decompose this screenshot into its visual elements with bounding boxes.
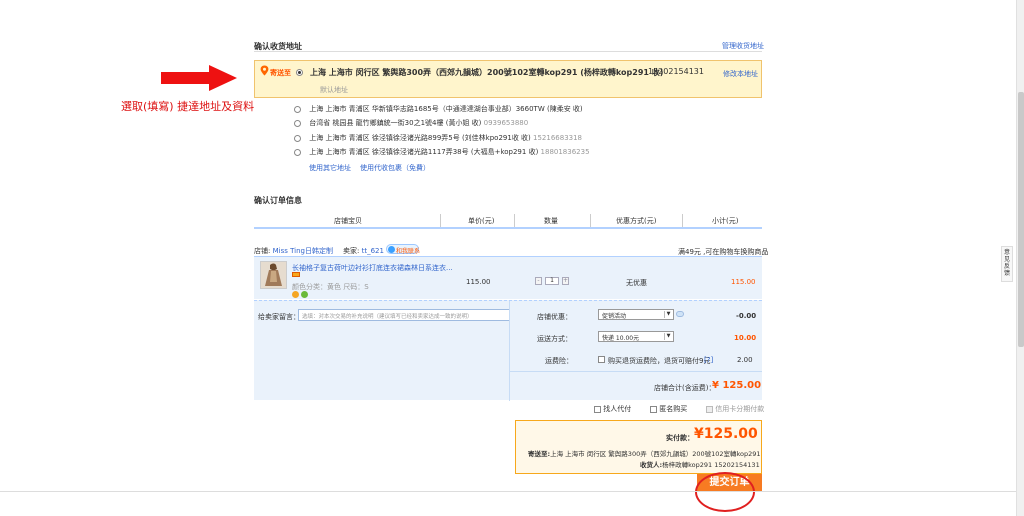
service-icon (301, 291, 308, 298)
scrollbar-track[interactable] (1016, 0, 1024, 516)
address-radio[interactable] (294, 134, 301, 142)
col-header-subtotal: 小计(元) (712, 217, 739, 225)
product-thumbnail[interactable] (260, 261, 287, 289)
selected-address-phone: 15202154131 (648, 67, 704, 76)
address-radio[interactable] (294, 148, 301, 156)
divider (254, 51, 762, 52)
use-other-address-link[interactable]: 使用其它地址 (309, 163, 351, 173)
anonymous-option[interactable]: 匿名购买 (650, 404, 687, 414)
address-radio[interactable] (294, 119, 301, 127)
address-option[interactable]: 上海 上海市 青浦区 徐泾镇徐泾诸光路899弄5号 (刘佳林kpo291收 收)… (294, 133, 582, 144)
divider (509, 371, 762, 372)
store-discount-label: 店铺优惠： (537, 313, 572, 321)
divider (440, 214, 441, 227)
insurance-label: 运费险： (545, 357, 573, 365)
order-summary-box: 实付款： ¥125.00 寄送至:上海 上海市 闵行区 繁舆路300弄（西郊九韻… (515, 420, 762, 474)
order-options-panel: 给卖家留言： 选填：对本次交易的补充说明（建议填写已经和卖家达成一致的说明） 店… (254, 300, 762, 401)
service-icon (292, 291, 299, 298)
summary-ship-to: 寄送至:上海 上海市 闵行区 繁舆路300弄（西郊九韻城）200號102室轉ko… (528, 450, 761, 458)
address-option[interactable]: 上海 上海市 青浦区 华新镇华志路1685号（中通達達湖台事业部）3660TW … (294, 104, 583, 115)
shipping-select[interactable]: 快递 10.00元 ▼ (598, 331, 674, 342)
store-discount-select[interactable]: 促销活动 ▼ (598, 309, 674, 320)
use-pickup-link[interactable]: 使用代收包裹（免費） (360, 163, 430, 173)
col-header-price: 单价(元) (468, 217, 495, 225)
store-total-value: ¥ 125.00 (712, 380, 762, 391)
selected-address-text: 上海 上海市 闵行区 繁舆路300弄（西郊九韻城）200號102室轉kop291… (310, 68, 664, 77)
seller-name-link[interactable]: tt_621 (362, 247, 384, 255)
insurance-help-link[interactable]: [?] (704, 356, 713, 364)
order-table-header: 店铺宝贝 单价(元) 数量 优惠方式(元) 小计(元) (254, 212, 762, 229)
divider (0, 491, 1016, 492)
annotation-text: 選取(填寫) 捷達地址及資料 (121, 100, 255, 113)
col-header-item: 店铺宝贝 (334, 217, 362, 225)
feedback-tab[interactable]: 意见反馈 (1001, 246, 1013, 282)
insurance-checkbox[interactable] (598, 356, 605, 363)
quantity-input[interactable]: 1 (545, 277, 559, 285)
divider (590, 214, 591, 227)
agent-pay-checkbox[interactable] (594, 405, 601, 413)
chat-icon (388, 246, 395, 253)
address-option[interactable]: 台湾省 桃园县 龍竹鄉鎮統一街30之1號4樓 (黃小姐 收) 093965388… (294, 118, 528, 129)
decrease-quantity-button[interactable]: - (535, 277, 542, 285)
order-section-title: 确认订单信息 (254, 196, 302, 205)
product-title-link[interactable]: 长袖格子复古荷叶边衬衫打底连衣裙森林日系连衣... (292, 263, 453, 273)
pay-total: ¥125.00 (694, 426, 758, 442)
insurance-text: 购买退货运费险，退货可赔付9元 (608, 357, 711, 365)
address-option[interactable]: 上海 上海市 青浦区 徐泾镇徐泾诸光路1117弄38号 (大福島+kop291 … (294, 147, 590, 158)
selected-address-box[interactable]: 寄送至 上海 上海市 闵行区 繁舆路300弄（西郊九韻城）200號102室轉ko… (254, 60, 762, 98)
increase-quantity-button[interactable]: + (562, 277, 569, 285)
summary-receiver: 收货人:杨梓政轉kop291 15202154131 (640, 461, 760, 469)
agent-pay-option[interactable]: 找人代付 (594, 404, 631, 414)
col-header-discount: 优惠方式(元) (616, 217, 657, 225)
contact-seller-button[interactable]: 和我联系 (386, 244, 420, 255)
seller-info: 卖家: tt_621 (343, 247, 384, 255)
address-radio[interactable] (294, 105, 301, 113)
address-radio-selected[interactable] (296, 69, 303, 76)
annotation-arrow-icon (161, 65, 237, 91)
store-info: 店铺: Miss Ting日韩定制 (254, 247, 333, 255)
divider (682, 214, 683, 227)
store-total-label: 店铺合计(含运费)： (654, 384, 716, 392)
insurance-amount: 2.00 (737, 356, 753, 364)
location-pin-icon (260, 65, 269, 76)
credit-installment-checkbox[interactable] (706, 405, 713, 413)
manage-address-link[interactable]: 管理收货地址 (722, 41, 764, 51)
chevron-down-icon: ▼ (664, 333, 672, 340)
item-discount: 无优惠 (626, 279, 647, 287)
shipping-label: 运送方式： (537, 335, 572, 343)
pay-label: 实付款： (666, 434, 694, 442)
badge-icon (292, 272, 300, 277)
store-name-link[interactable]: Miss Ting日韩定制 (273, 247, 333, 255)
message-label: 给卖家留言： (258, 313, 300, 321)
scrollbar-thumb[interactable] (1018, 92, 1024, 347)
order-item-row: 长袖格子复古荷叶边衬衫打底连衣裙森林日系连衣... 颜色分类：黄色 尺码：S 1… (254, 256, 762, 299)
col-header-quantity: 数量 (544, 217, 558, 225)
divider (514, 214, 515, 227)
edit-address-link[interactable]: 修改本地址 (723, 69, 758, 79)
credit-installment-option[interactable]: 信用卡分期付款 (706, 404, 764, 414)
shipping-amount: 10.00 (734, 334, 757, 342)
anonymous-checkbox[interactable] (650, 405, 657, 413)
info-bubble-icon[interactable] (676, 311, 684, 317)
store-discount-amount: -0.00 (736, 312, 757, 320)
default-address-label: 默认地址 (320, 86, 348, 94)
annotation-circle (695, 472, 755, 512)
chevron-down-icon: ▼ (664, 311, 672, 318)
item-subtotal: 115.00 (731, 278, 756, 286)
ship-to-label: 寄送至 (270, 69, 291, 77)
item-price: 115.00 (466, 278, 491, 286)
message-input[interactable]: 选填：对本次交易的补充说明（建议填写已经和卖家达成一致的说明） (298, 309, 510, 321)
